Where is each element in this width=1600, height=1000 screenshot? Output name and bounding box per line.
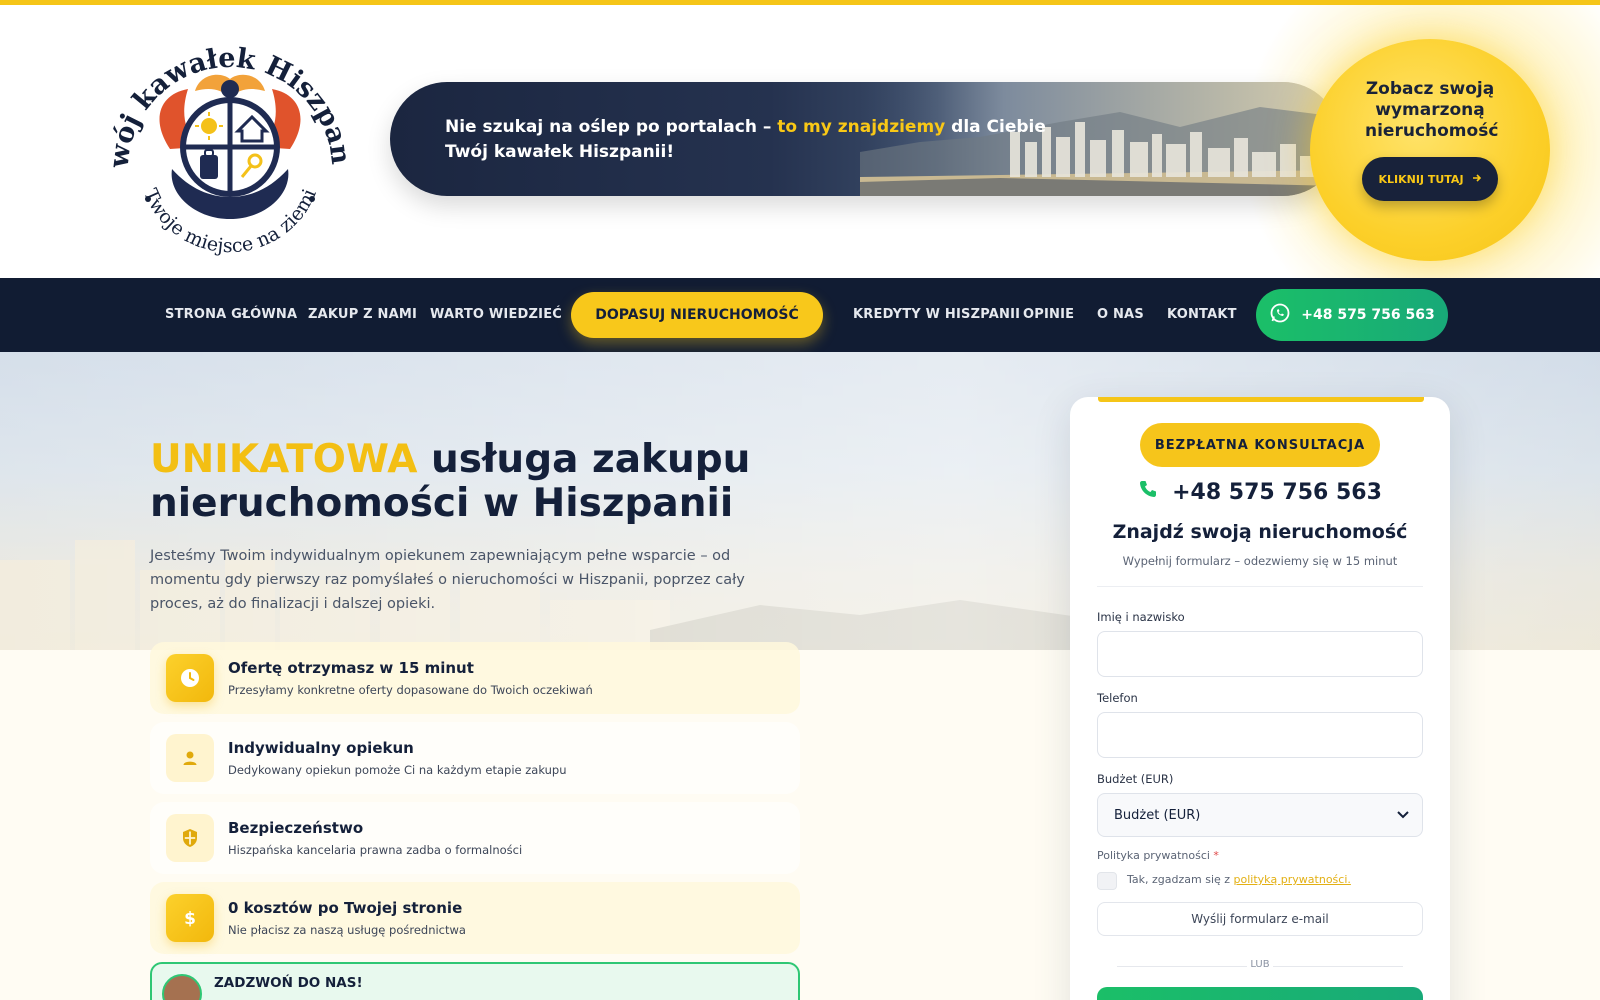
feature-title: Bezpieczeństwo bbox=[228, 819, 364, 837]
privacy-consent-text: Tak, zgadzam się z polityką prywatności. bbox=[1127, 873, 1351, 886]
call-us-box[interactable]: ZADZWOŃ DO NAS! bbox=[150, 962, 800, 1000]
name-label: Imię i nazwisko bbox=[1097, 610, 1185, 624]
nav-mortgages[interactable]: KREDYTY W HISZPANII bbox=[853, 307, 1020, 322]
feature-desc: Przesyłamy konkretne oferty dopasowane d… bbox=[228, 683, 593, 697]
privacy-policy-link[interactable]: polityką prywatności. bbox=[1234, 873, 1351, 886]
feature-desc: Dedykowany opiekun pomoże Ci na każdym e… bbox=[228, 763, 567, 777]
phone-input[interactable] bbox=[1097, 712, 1423, 758]
or-divider: LUB bbox=[1097, 959, 1423, 973]
site-logo[interactable]: Twój kawałek Hiszpanii Twoje miejsce na … bbox=[100, 19, 360, 264]
form-subtitle: Wypełnij formularz – odezwiemy się w 15 … bbox=[1122, 554, 1398, 568]
nav-home[interactable]: STRONA GŁÓWNA bbox=[165, 307, 297, 322]
feature-desc: Nie płacisz za naszą usługę pośrednictwa bbox=[228, 923, 466, 937]
banner-line1-suffix: dla Ciebie bbox=[945, 117, 1046, 137]
arrow-right-icon bbox=[1472, 173, 1482, 186]
promo-banner: Nie szukaj na oślep po portalach – to my… bbox=[390, 82, 1340, 196]
nav-match-property-button[interactable]: DOPASUJ NIERUCHOMOŚĆ bbox=[571, 292, 823, 338]
privacy-checkbox[interactable] bbox=[1097, 872, 1117, 890]
privacy-label: Polityka prywatności * bbox=[1097, 849, 1219, 862]
form-phone-number: +48 575 756 563 bbox=[1172, 479, 1382, 505]
user-icon bbox=[166, 734, 214, 782]
hero-title-accent: UNIKATOWA bbox=[150, 437, 418, 482]
whatsapp-contact-button[interactable] bbox=[1097, 987, 1423, 1000]
whatsapp-phone-number: +48 575 756 563 bbox=[1301, 307, 1435, 323]
main-navigation: STRONA GŁÓWNA ZAKUP Z NAMI WARTO WIEDZIE… bbox=[0, 278, 1600, 352]
whatsapp-phone-button[interactable]: +48 575 756 563 bbox=[1256, 289, 1448, 341]
banner-line2: Twój kawałek Hiszpanii! bbox=[445, 142, 675, 162]
budget-select[interactable]: Budżet (EUR) bbox=[1097, 793, 1423, 837]
shield-icon bbox=[166, 814, 214, 862]
whatsapp-icon bbox=[1269, 302, 1291, 328]
free-consultation-badge: BEZPŁATNA KONSULTACJA bbox=[1140, 423, 1380, 467]
chevron-down-icon bbox=[1396, 807, 1410, 825]
nav-reviews[interactable]: OPINIE bbox=[1023, 307, 1074, 322]
feature-security: Bezpieczeństwo Hiszpańska kancelaria pra… bbox=[150, 802, 800, 874]
feature-desc: Hiszpańska kancelaria prawna zadba o for… bbox=[228, 843, 523, 857]
feature-title: 0 kosztów po Twojej stronie bbox=[228, 899, 463, 917]
form-phone[interactable]: +48 575 756 563 bbox=[1070, 479, 1450, 505]
hero-description: Jesteśmy Twoim indywidualnym opiekunem z… bbox=[150, 548, 745, 612]
feature-title: Indywidualny opiekun bbox=[228, 739, 414, 757]
click-here-label: KLIKNIJ TUTAJ bbox=[1378, 172, 1464, 186]
nav-about[interactable]: O NAS bbox=[1097, 307, 1144, 322]
nav-contact[interactable]: KONTAKT bbox=[1167, 307, 1237, 322]
svg-text:$: $ bbox=[184, 909, 196, 929]
nav-buy-with-us[interactable]: ZAKUP Z NAMI bbox=[308, 307, 417, 322]
nav-worth-knowing[interactable]: WARTO WIEDZIEĆ bbox=[430, 307, 562, 322]
cta-text: Zobacz swoją wymarzoną nieruchomość bbox=[1365, 79, 1499, 141]
budget-selected-value: Budżet (EUR) bbox=[1114, 807, 1201, 823]
hero-title: UNIKATOWA usługa zakupu nieruchomości w … bbox=[150, 438, 850, 526]
cta-circle: Zobacz swoją wymarzoną nieruchomość KLIK… bbox=[1310, 39, 1550, 261]
banner-headline: Nie szukaj na oślep po portalach – to my… bbox=[445, 115, 1046, 165]
phone-icon bbox=[1138, 479, 1158, 505]
feature-personal-advisor: Indywidualny opiekun Dedykowany opiekun … bbox=[150, 722, 800, 794]
site-header: Twój kawałek Hiszpanii Twoje miejsce na … bbox=[0, 5, 1600, 278]
send-email-form-button[interactable]: Wyślij formularz e-mail bbox=[1097, 902, 1423, 936]
feature-zero-costs: $ 0 kosztów po Twojej stronie Nie płacis… bbox=[150, 882, 800, 954]
dollar-icon: $ bbox=[166, 894, 214, 942]
feature-title: Ofertę otrzymasz w 15 minut bbox=[228, 659, 474, 677]
avatar bbox=[162, 974, 202, 1000]
phone-label: Telefon bbox=[1097, 691, 1138, 705]
call-us-title: ZADZWOŃ DO NAS! bbox=[214, 975, 363, 991]
feature-offer-15min: Ofertę otrzymasz w 15 minut Przesyłamy k… bbox=[150, 642, 800, 714]
budget-label: Budżet (EUR) bbox=[1097, 772, 1174, 786]
click-here-button[interactable]: KLIKNIJ TUTAJ bbox=[1362, 157, 1498, 201]
banner-line1-highlight: to my znajdziemy bbox=[777, 117, 946, 137]
name-input[interactable] bbox=[1097, 631, 1423, 677]
consultation-form: BEZPŁATNA KONSULTACJA +48 575 756 563 Zn… bbox=[1070, 397, 1450, 1000]
clock-icon bbox=[166, 654, 214, 702]
form-title: Znajdź swoją nieruchomość bbox=[1112, 521, 1408, 543]
banner-line1-prefix: Nie szukaj na oślep po portalach – bbox=[445, 117, 778, 137]
